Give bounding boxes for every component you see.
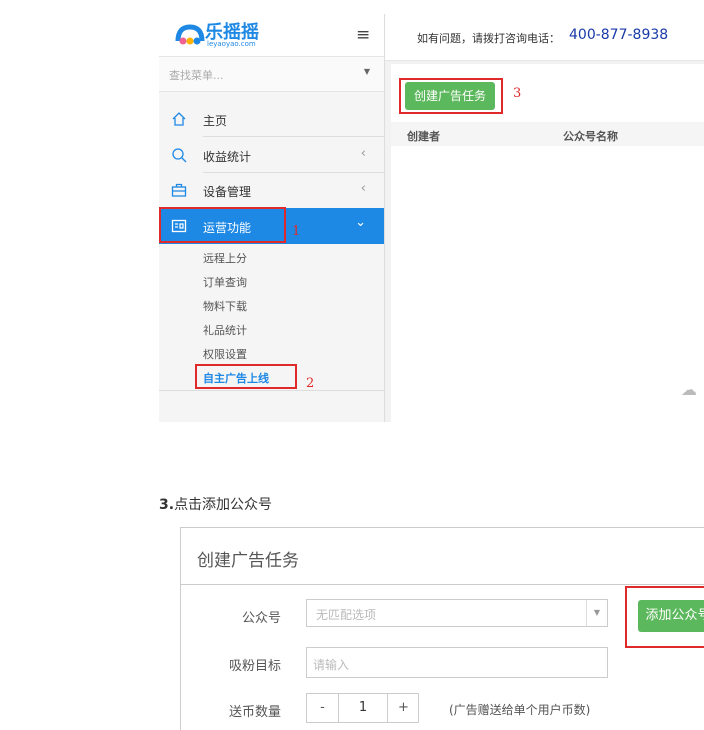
decrement-button[interactable]: - bbox=[307, 694, 339, 722]
account-select-placeholder: 无匹配选项 bbox=[316, 608, 377, 622]
chevron-down-icon: ⌄ bbox=[355, 215, 366, 230]
divider bbox=[203, 136, 384, 137]
caret-down-icon: ▼ bbox=[363, 67, 370, 76]
caret-down-icon: ▼ bbox=[586, 600, 607, 626]
dialog-title: 创建广告任务 bbox=[197, 551, 299, 571]
step-number: 3. bbox=[159, 497, 175, 513]
sidebar-item-home[interactable]: 主页 bbox=[159, 102, 384, 136]
phone-number: 400-877-8938 bbox=[569, 27, 669, 43]
logo-area: 乐摇摇 leyaoyao.com bbox=[159, 14, 384, 56]
sidebar-item-label: 设备管理 bbox=[203, 185, 252, 199]
table-header: 创建者 公众号名称 bbox=[391, 122, 704, 146]
loading-cloud-icon: ☁ bbox=[681, 380, 697, 399]
sidebar-item-revenue[interactable]: 收益统计 ‹ bbox=[159, 138, 384, 172]
annotation-3: 3 bbox=[513, 86, 522, 101]
search-icon bbox=[172, 148, 187, 163]
menu-search[interactable]: 查找菜单... ▼ bbox=[159, 56, 384, 92]
highlight-box-add bbox=[625, 586, 704, 648]
menu-toggle-icon[interactable]: ≡ bbox=[356, 25, 370, 45]
annotation-2: 2 bbox=[306, 376, 315, 391]
divider bbox=[181, 584, 704, 585]
chevron-left-icon: ‹ bbox=[360, 181, 366, 196]
field-label-target: 吸粉目标 bbox=[228, 659, 281, 674]
field-label-account: 公众号 bbox=[241, 611, 281, 626]
column-header-account-name: 公众号名称 bbox=[563, 130, 618, 143]
submenu-item-materials[interactable]: 物料下载 bbox=[203, 298, 247, 314]
submenu-item-gifts[interactable]: 礼品统计 bbox=[203, 322, 247, 338]
step-heading: 3.点击添加公众号 bbox=[159, 494, 272, 514]
main-panel: 创建者 公众号名称 ☁ bbox=[391, 64, 704, 422]
field-label-coins: 送币数量 bbox=[228, 705, 281, 720]
divider bbox=[159, 390, 384, 391]
menu-search-placeholder: 查找菜单... bbox=[169, 69, 224, 82]
target-input[interactable]: 请输入 bbox=[306, 647, 608, 678]
sidebar-item-label: 收益统计 bbox=[203, 150, 252, 164]
step-text: 点击添加公众号 bbox=[174, 497, 273, 513]
submenu-item-orders[interactable]: 订单查询 bbox=[203, 274, 247, 290]
submenu-item-remote[interactable]: 远程上分 bbox=[203, 250, 247, 266]
highlight-box-1 bbox=[159, 207, 286, 243]
create-ad-dialog: 创建广告任务 公众号 无匹配选项 ▼ 添加公众号 吸粉目标 请输入 送币数量 -… bbox=[180, 527, 704, 730]
increment-button[interactable]: + bbox=[387, 694, 419, 722]
highlight-box-2 bbox=[195, 364, 297, 389]
chevron-left-icon: ‹ bbox=[360, 146, 366, 161]
annotation-1: 1 bbox=[292, 224, 301, 239]
account-select[interactable]: 无匹配选项 ▼ bbox=[306, 599, 608, 627]
quantity-stepper[interactable]: - 1 + bbox=[306, 693, 419, 723]
logo-subtext: leyaoyao.com bbox=[207, 40, 256, 48]
quantity-value[interactable]: 1 bbox=[339, 694, 387, 722]
sidebar-item-devices[interactable]: 设备管理 ‹ bbox=[159, 173, 384, 207]
sidebar-item-label: 主页 bbox=[203, 114, 228, 128]
home-icon bbox=[172, 112, 186, 126]
briefcase-icon bbox=[171, 183, 187, 197]
coins-note: (广告赠送给单个用户币数) bbox=[449, 703, 591, 717]
submenu-item-permissions[interactable]: 权限设置 bbox=[203, 346, 247, 362]
logo-icon bbox=[175, 24, 205, 45]
contact-text: 如有问题，请拨打咨询电话： bbox=[417, 32, 560, 45]
column-header-creator: 创建者 bbox=[407, 130, 440, 143]
admin-screenshot: 乐摇摇 leyaoyao.com 查找菜单... ▼ 主页 收益统计 ‹ 设备管… bbox=[159, 14, 704, 422]
highlight-box-3 bbox=[399, 78, 503, 114]
target-input-placeholder: 请输入 bbox=[313, 658, 350, 672]
